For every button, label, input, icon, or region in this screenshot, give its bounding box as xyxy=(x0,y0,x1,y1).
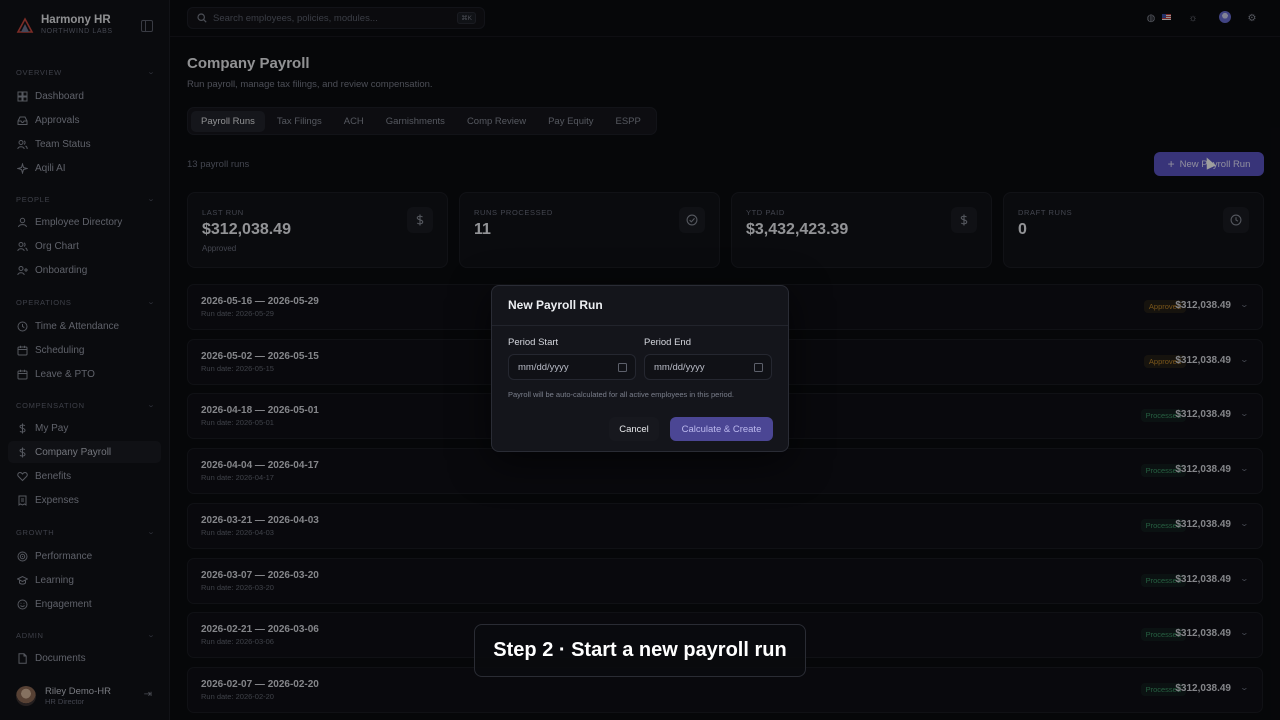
new-payroll-run-dialog: New Payroll Run Period Start Period End … xyxy=(491,285,789,452)
period-end-input[interactable] xyxy=(654,361,744,373)
dialog-divider xyxy=(492,325,788,326)
period-start-input[interactable] xyxy=(518,361,608,373)
dialog-note: Payroll will be auto-calculated for all … xyxy=(508,390,734,399)
period-end-label: Period End xyxy=(644,337,692,348)
period-start-label: Period Start xyxy=(508,337,559,348)
step-caption: Step 2 · Start a new payroll run xyxy=(474,624,806,677)
calculate-create-button[interactable]: Calculate & Create xyxy=(670,417,773,441)
calendar-icon[interactable] xyxy=(618,363,627,372)
dialog-title: New Payroll Run xyxy=(508,298,603,312)
calendar-icon[interactable] xyxy=(754,363,763,372)
period-end-field[interactable] xyxy=(644,354,772,380)
cancel-button[interactable]: Cancel xyxy=(609,417,659,441)
period-start-field[interactable] xyxy=(508,354,636,380)
